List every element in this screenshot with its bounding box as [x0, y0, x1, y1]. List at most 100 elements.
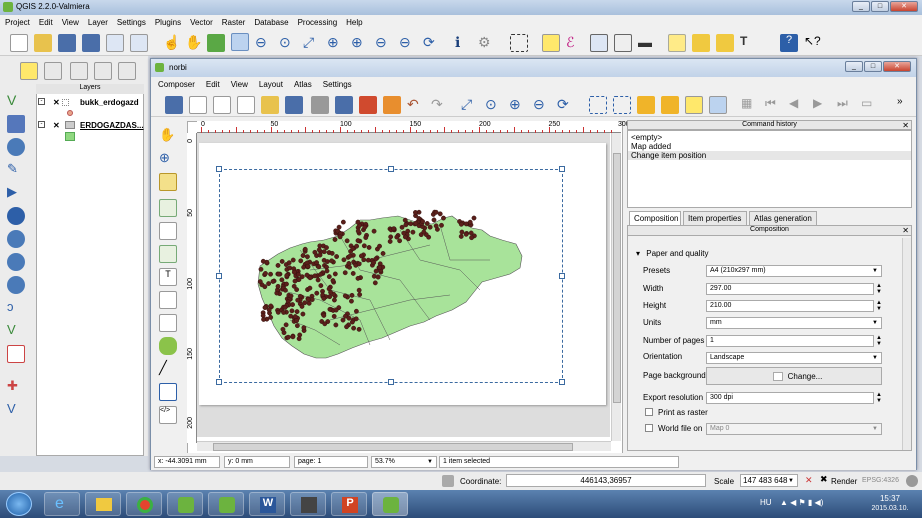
select-features-icon[interactable] — [510, 34, 528, 52]
coordinate-input[interactable]: 446143,36957 — [506, 474, 706, 487]
menu-item[interactable]: Database — [249, 15, 292, 27]
composer-menu-item[interactable]: Settings — [316, 77, 356, 89]
composer-menu-item[interactable]: Atlas — [287, 77, 316, 89]
resize-handle-ne[interactable] — [559, 166, 565, 172]
composer-menu-item[interactable]: Composer — [151, 77, 199, 89]
add-spatialite-icon[interactable]: ✎ — [7, 161, 25, 179]
tray-icons[interactable]: ▲ ◀ ⚑ ▮ ◀) — [780, 498, 823, 507]
add-table-icon[interactable] — [159, 383, 177, 401]
resize-handle-w[interactable] — [216, 273, 222, 279]
new-spatialite-icon[interactable] — [7, 345, 25, 363]
orientation-select[interactable]: Landscape ▼ — [706, 352, 882, 364]
add-image-icon[interactable] — [159, 245, 177, 263]
add-raster-icon[interactable] — [7, 115, 25, 133]
presets-select[interactable]: A4 (210x297 mm) ▼ — [706, 265, 882, 277]
language-indicator[interactable]: HU — [760, 498, 772, 507]
add-wfs-icon[interactable] — [7, 276, 25, 294]
rotate-label-icon[interactable] — [118, 62, 136, 80]
lock-icon[interactable] — [637, 96, 655, 114]
save-project-icon[interactable] — [58, 34, 76, 52]
export-image-icon[interactable] — [335, 96, 353, 114]
crs-status[interactable]: EPSG:4326 — [862, 477, 899, 484]
zoom-out-icon[interactable]: ⊖ — [533, 96, 551, 114]
map-tips-icon[interactable] — [668, 34, 686, 52]
messages-icon[interactable] — [906, 475, 918, 487]
zoom-last-icon[interactable]: ⊖ — [375, 34, 393, 52]
refresh-view-icon[interactable]: ⟳ — [557, 96, 575, 114]
identify-icon[interactable]: ℹ — [455, 34, 473, 52]
add-wms-icon[interactable] — [7, 230, 25, 248]
move-content-icon[interactable] — [159, 199, 177, 217]
resize-handle-s[interactable] — [388, 379, 394, 385]
page-background-button[interactable]: Change... — [706, 367, 882, 385]
text-annotation-icon[interactable]: T — [740, 34, 758, 52]
panel-close-icon[interactable]: ✕ — [902, 121, 909, 130]
virtual-layer-icon[interactable]: V — [7, 401, 25, 419]
rotation-icon[interactable]: ✕ — [805, 475, 813, 486]
menu-item[interactable]: Edit — [34, 15, 57, 27]
visibility-checkbox[interactable]: ✕ — [53, 121, 60, 130]
load-template-icon[interactable] — [261, 96, 279, 114]
properties-scrollbar[interactable] — [902, 238, 911, 450]
height-spinner-icon[interactable]: ▲ ▼ — [876, 300, 882, 312]
section-paper-quality[interactable]: ▾ Paper and quality — [636, 249, 709, 258]
new-composer-icon[interactable] — [189, 96, 207, 114]
visibility-checkbox[interactable]: ✕ — [53, 98, 60, 107]
show-hide-label-icon[interactable] — [70, 62, 88, 80]
new-shapefile-icon[interactable]: V — [7, 322, 25, 340]
qgis-taskbar-icon-1[interactable] — [167, 492, 203, 516]
export-spinner-icon[interactable]: ▲ ▼ — [876, 392, 882, 404]
layer-name[interactable]: ERDOGAZDAS... — [80, 121, 144, 130]
move-label-icon[interactable] — [94, 62, 112, 80]
add-arrow-icon[interactable]: ╱ — [159, 360, 177, 378]
resize-handle-e[interactable] — [559, 273, 565, 279]
resize-handle-nw[interactable] — [216, 166, 222, 172]
menu-item[interactable]: Help — [341, 15, 366, 27]
composer-minimize-button[interactable]: _ — [845, 61, 863, 72]
refresh-icon[interactable]: ⟳ — [423, 34, 441, 52]
zoom-full-icon[interactable]: ⤢ — [303, 34, 321, 52]
composer-maximize-button[interactable]: □ — [864, 61, 882, 72]
save-icon[interactable] — [165, 96, 183, 114]
menu-item[interactable]: Vector — [185, 15, 217, 27]
new-project-icon[interactable] — [10, 34, 28, 52]
show-bookmarks-icon[interactable] — [716, 34, 734, 52]
zoom-native-icon[interactable]: ⊙ — [279, 34, 297, 52]
select-move-icon[interactable] — [159, 173, 177, 191]
add-wcs-icon[interactable] — [7, 253, 25, 271]
next-feature-icon[interactable]: ▶ — [813, 96, 831, 114]
clock-time[interactable]: 15:37 — [868, 494, 912, 503]
export-pdf-icon[interactable] — [359, 96, 377, 114]
vertical-scroll-thumb[interactable] — [613, 153, 621, 403]
units-select[interactable]: mm ▼ — [706, 317, 882, 329]
export-resolution-input[interactable]: 300 dpi — [706, 392, 874, 404]
menu-item[interactable]: View — [57, 15, 83, 27]
word-taskbar-icon[interactable]: W — [249, 492, 285, 516]
map-item-selection[interactable] — [219, 169, 563, 383]
maximize-button[interactable]: □ — [871, 1, 889, 12]
powerpoint-taskbar-icon[interactable]: P — [331, 492, 367, 516]
menu-item[interactable]: Layer — [83, 15, 112, 27]
ungroup-icon[interactable] — [613, 96, 631, 114]
zoom-out-icon[interactable]: ⊖ — [255, 34, 273, 52]
composer-menu-item[interactable]: Layout — [252, 77, 287, 89]
expand-icon[interactable]: - — [38, 98, 45, 105]
minimize-button[interactable]: _ — [852, 1, 870, 12]
add-map-icon[interactable] — [159, 222, 177, 240]
coordinate-toggle-icon[interactable] — [442, 475, 454, 487]
world-file-map-select[interactable]: Map 0 ▼ — [706, 423, 882, 435]
zoom-full-icon[interactable]: ⤢ — [461, 96, 479, 114]
pin-label-icon[interactable] — [44, 62, 62, 80]
composer-manager-icon[interactable] — [237, 96, 255, 114]
clock-date[interactable]: 2015.03.10. — [862, 505, 918, 512]
pan-icon[interactable]: ✋ — [185, 34, 203, 52]
gps-icon[interactable]: ✚ — [7, 378, 25, 396]
zoom-icon[interactable]: ⊕ — [159, 150, 177, 168]
menu-item[interactable]: Plugins — [150, 15, 185, 27]
menu-item[interactable]: Processing — [293, 15, 342, 27]
composer-manager-icon[interactable] — [130, 34, 148, 52]
group-icon[interactable] — [589, 96, 607, 114]
label-icon[interactable] — [20, 62, 38, 80]
bookmark-icon[interactable] — [692, 34, 710, 52]
print-atlas-icon[interactable]: ▭ — [861, 96, 879, 114]
